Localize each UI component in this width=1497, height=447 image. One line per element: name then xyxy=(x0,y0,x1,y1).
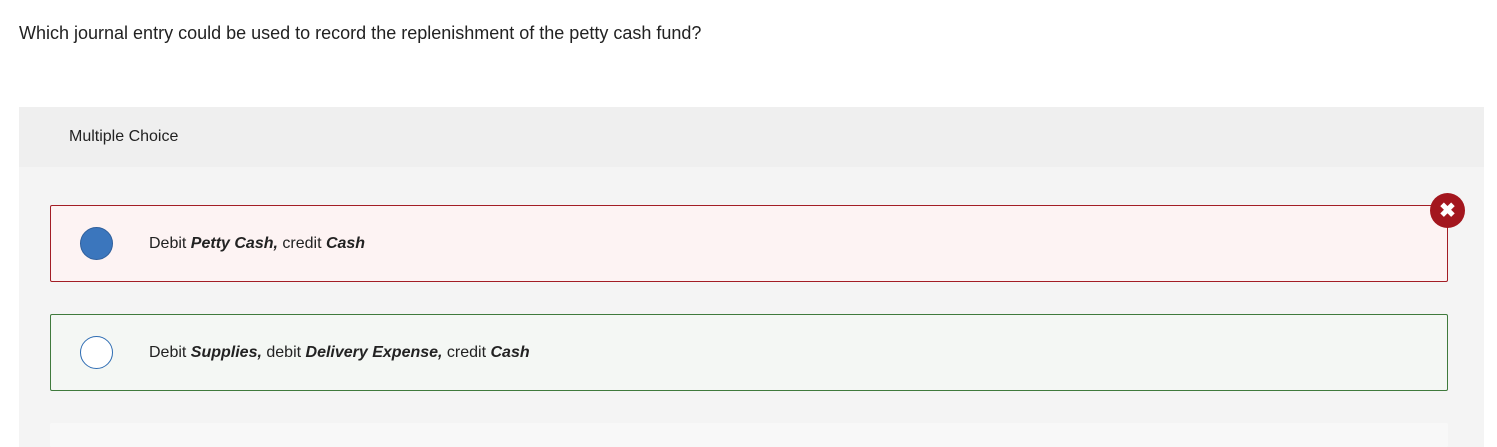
multiple-choice-panel: Multiple Choice ✖ Debit Petty Cash, cred… xyxy=(19,107,1484,447)
option-1-part-3: credit xyxy=(277,234,326,252)
answer-option-2-text: Debit Supplies, debit Delivery Expense, … xyxy=(149,344,530,362)
multiple-choice-header: Multiple Choice xyxy=(19,107,1484,167)
option-1-part-1: Debit xyxy=(149,234,191,252)
option-2-part-4: Delivery Expense, xyxy=(305,343,443,361)
answer-option-2[interactable]: Debit Supplies, debit Delivery Expense, … xyxy=(50,314,1448,391)
option-2-part-6: Cash xyxy=(490,343,530,361)
radio-unselected-icon[interactable] xyxy=(80,336,113,369)
option-2-part-1: Debit xyxy=(149,343,191,361)
option-1-part-2: Petty Cash, xyxy=(190,234,278,252)
option-2-part-5: credit xyxy=(442,343,491,361)
option-2-part-2: Supplies, xyxy=(190,343,262,361)
radio-selected-icon[interactable] xyxy=(80,227,113,260)
answer-option-1[interactable]: Debit Petty Cash, credit Cash xyxy=(50,205,1448,282)
option-2-part-3: debit xyxy=(261,343,306,361)
multiple-choice-title: Multiple Choice xyxy=(69,128,179,145)
answer-option-3-partial[interactable] xyxy=(50,423,1448,447)
close-x-icon: ✖ xyxy=(1430,193,1465,228)
option-1-part-4: Cash xyxy=(325,234,366,252)
answer-option-1-text: Debit Petty Cash, credit Cash xyxy=(149,235,365,253)
question-text: Which journal entry could be used to rec… xyxy=(19,23,702,43)
